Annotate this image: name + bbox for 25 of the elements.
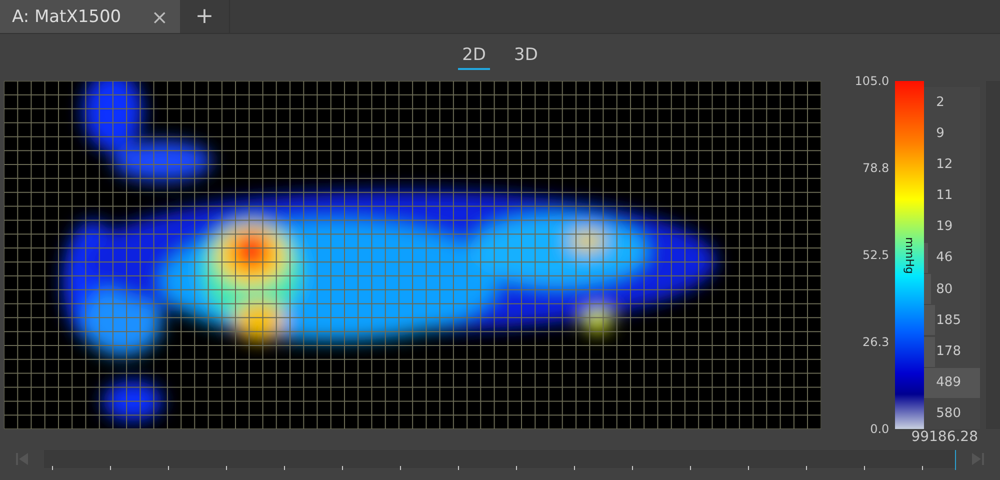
scale-tick-label: 26.3 [862,334,890,350]
view-mode-tab[interactable]: 3D [510,42,542,70]
histogram-count: 11 [936,188,953,204]
histogram-count: 185 [936,312,961,328]
histogram-count: 178 [936,344,961,359]
scale-tick-label: 52.5 [862,247,890,263]
scale-tick-label: 78.8 [862,160,890,176]
tab-label[interactable]: A: MatX1500 [12,6,122,26]
view-mode-tab[interactable]: 2D [458,42,490,70]
histogram-count: 46 [936,250,953,266]
histogram-count: 12 [936,156,953,172]
total-value: 99186.28 [911,429,978,445]
scale-tick-label: 0.0 [870,421,890,437]
close-icon[interactable]: × [151,4,168,28]
scale-tick-label: 105.0 [854,73,890,89]
histogram-count: 9 [936,126,944,141]
document-tab[interactable]: A: MatX1500 × [0,0,180,33]
histogram-count: 80 [936,282,953,297]
timeline-track[interactable] [44,450,956,468]
histogram-count: 19 [936,219,953,234]
histogram-count: 489 [936,375,961,390]
unit-label: mmHg [903,236,916,274]
timeline-marker[interactable] [955,450,956,470]
histogram-count: 580 [936,406,961,422]
histogram-count: 2 [936,94,944,110]
